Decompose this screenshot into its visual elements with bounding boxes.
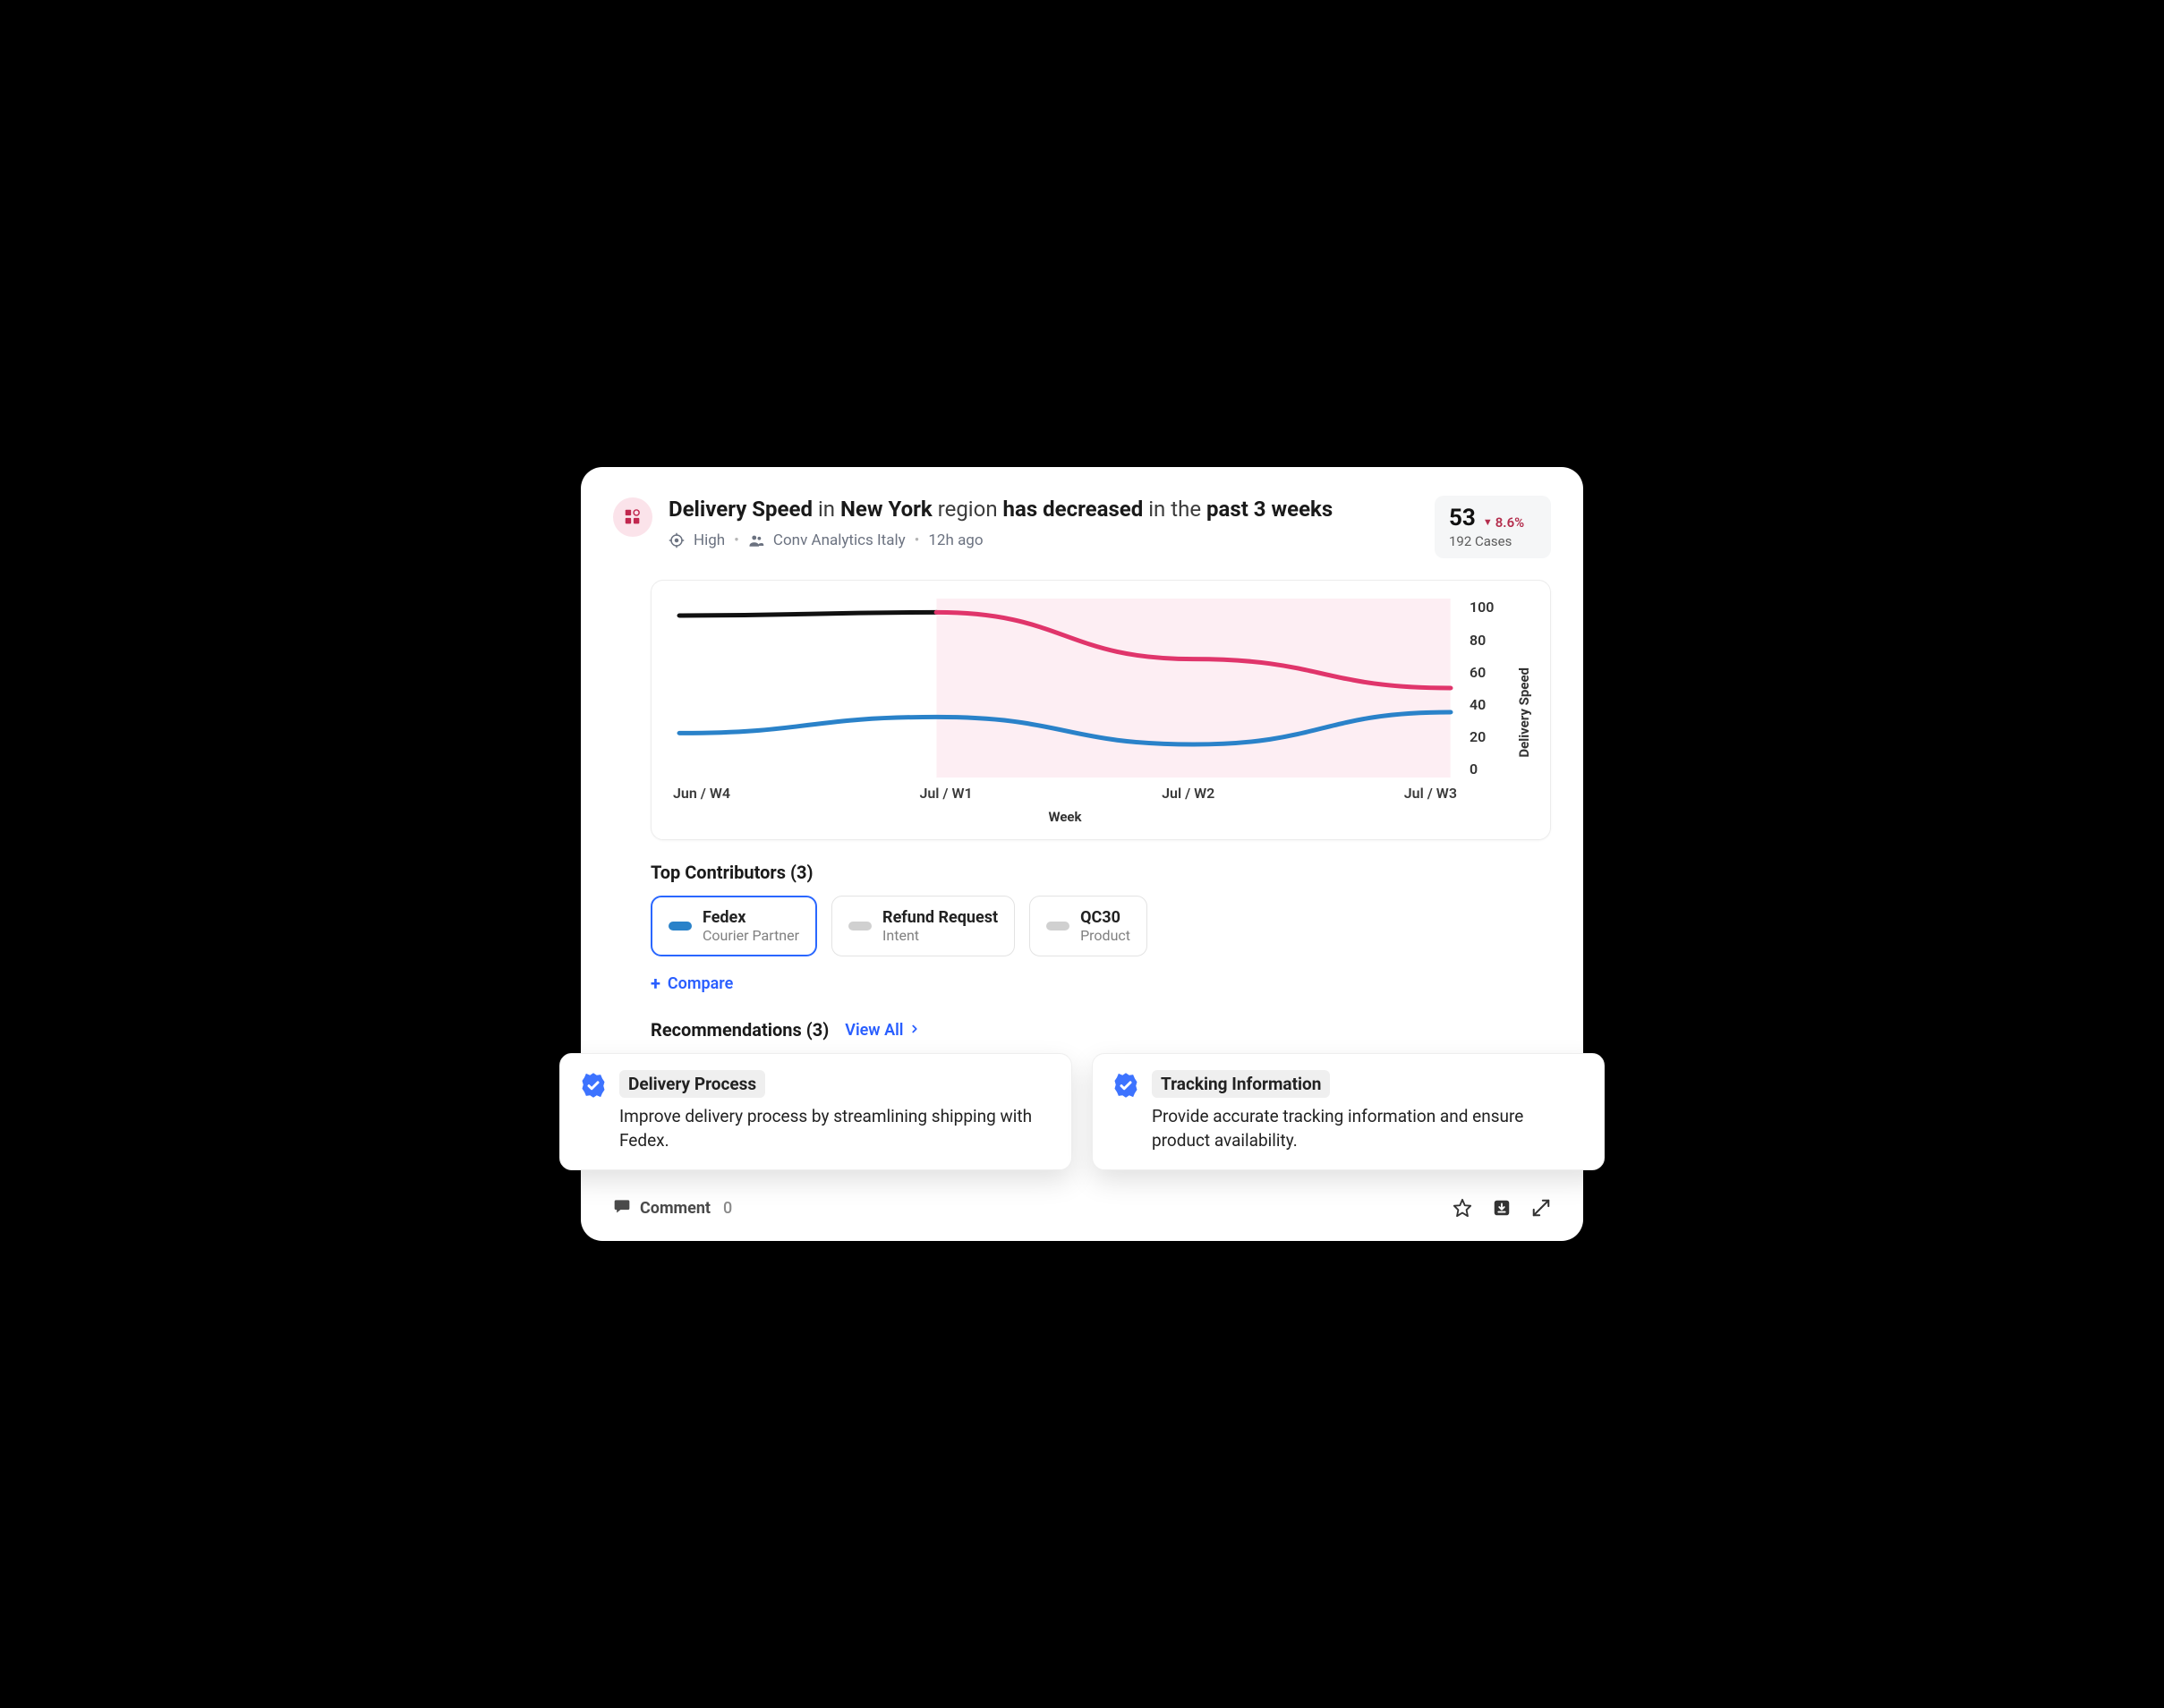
compare-button[interactable]: + Compare: [651, 973, 733, 994]
priority-label: High: [694, 531, 725, 549]
title-bold-4: past 3 weeks: [1206, 497, 1333, 522]
team-icon: [748, 531, 764, 549]
star-button[interactable]: [1453, 1198, 1472, 1218]
y-axis-label: Delivery Speed: [1516, 667, 1532, 758]
recommendation-tag: Delivery Process: [619, 1070, 765, 1098]
verified-badge-icon: [580, 1072, 607, 1102]
x-tick: Jul / W2: [1162, 785, 1214, 802]
x-ticks: Jun / W4 Jul / W1 Jul / W2 Jul / W3: [669, 785, 1461, 802]
recommendations-header: Recommendations (3) View All: [651, 1019, 1551, 1041]
y-tick: 80: [1470, 632, 1509, 649]
view-all-button[interactable]: View All: [845, 1021, 921, 1040]
chart-card: Jun / W4 Jul / W1 Jul / W2 Jul / W3 Week 10…: [651, 580, 1551, 840]
contributor-chips: Fedex Courier Partner Refund Request Int…: [651, 896, 1551, 956]
recommendation-tag: Tracking Information: [1152, 1070, 1330, 1098]
contributor-chip[interactable]: Fedex Courier Partner: [651, 896, 817, 956]
expand-button[interactable]: [1531, 1198, 1551, 1218]
score-value: 53: [1449, 505, 1476, 531]
chip-swatch-icon: [669, 922, 692, 930]
score-box: 53 ▼ 8.6% 192 Cases: [1435, 496, 1551, 558]
chevron-right-icon: [908, 1021, 921, 1040]
x-tick: Jul / W3: [1404, 785, 1457, 802]
comment-icon: [613, 1197, 631, 1219]
download-button[interactable]: [1492, 1198, 1512, 1218]
chip-sub: Product: [1080, 927, 1130, 944]
recommendation-desc: Improve delivery process by streamlining…: [619, 1105, 1052, 1152]
plus-icon: +: [651, 973, 660, 994]
header-text: Delivery Speed in New York region has de…: [669, 496, 1419, 548]
insight-title: Delivery Speed in New York region has de…: [669, 496, 1419, 523]
contributors-title: Top Contributors (3): [651, 862, 1551, 883]
chip-swatch-icon: [848, 922, 872, 930]
team-label: Conv Analytics Italy: [773, 531, 906, 549]
recommendation-card[interactable]: Tracking Information Provide accurate tr…: [1092, 1053, 1605, 1169]
y-tick: 100: [1470, 599, 1509, 616]
y-tick: 20: [1470, 728, 1509, 745]
target-icon: [669, 531, 685, 549]
y-tick: 40: [1470, 696, 1509, 713]
chip-name: Fedex: [703, 908, 799, 927]
recommendation-desc: Provide accurate tracking information an…: [1152, 1105, 1584, 1152]
comment-count: 0: [723, 1199, 732, 1218]
chip-sub: Courier Partner: [703, 927, 799, 944]
recommendation-card[interactable]: Delivery Process Improve delivery proces…: [559, 1053, 1072, 1169]
recommendations-title: Recommendations (3): [651, 1019, 829, 1041]
chart-plot: Jun / W4 Jul / W1 Jul / W2 Jul / W3 Week: [669, 599, 1461, 825]
title-bold-3: has decreased: [1003, 497, 1144, 522]
app-icon: [613, 497, 652, 537]
verified-badge-icon: [1112, 1072, 1139, 1102]
chip-name: Refund Request: [882, 908, 998, 927]
score-delta: ▼ 8.6%: [1483, 514, 1524, 531]
contributor-chip[interactable]: Refund Request Intent: [831, 896, 1015, 956]
title-bold-2: New York: [840, 497, 933, 522]
meta-row: High • Conv Analytics Italy • 12h ago: [669, 531, 1419, 549]
x-tick: Jun / W4: [673, 785, 730, 802]
contributors-section: Top Contributors (3) Fedex Courier Partn…: [651, 862, 1551, 994]
x-axis-label: Week: [669, 809, 1461, 825]
insight-card: Delivery Speed in New York region has de…: [581, 467, 1583, 1240]
recommendation-cards: Delivery Process Improve delivery proces…: [559, 1053, 1605, 1169]
chip-sub: Intent: [882, 927, 998, 944]
chip-name: QC30: [1080, 908, 1130, 927]
down-triangle-icon: ▼: [1483, 516, 1493, 528]
y-tick: 60: [1470, 664, 1509, 681]
footer: Comment 0: [613, 1194, 1551, 1219]
chip-swatch-icon: [1046, 922, 1069, 930]
x-tick: Jul / W1: [919, 785, 972, 802]
age-label: 12h ago: [928, 531, 983, 549]
score-cases: 192 Cases: [1449, 533, 1537, 549]
contributor-chip[interactable]: QC30 Product: [1029, 896, 1147, 956]
title-bold-1: Delivery Speed: [669, 497, 813, 522]
comment-button[interactable]: Comment 0: [613, 1197, 732, 1219]
y-ticks: 100 80 60 40 20 0: [1461, 599, 1509, 778]
header: Delivery Speed in New York region has de…: [613, 496, 1551, 558]
y-tick: 0: [1470, 761, 1509, 778]
